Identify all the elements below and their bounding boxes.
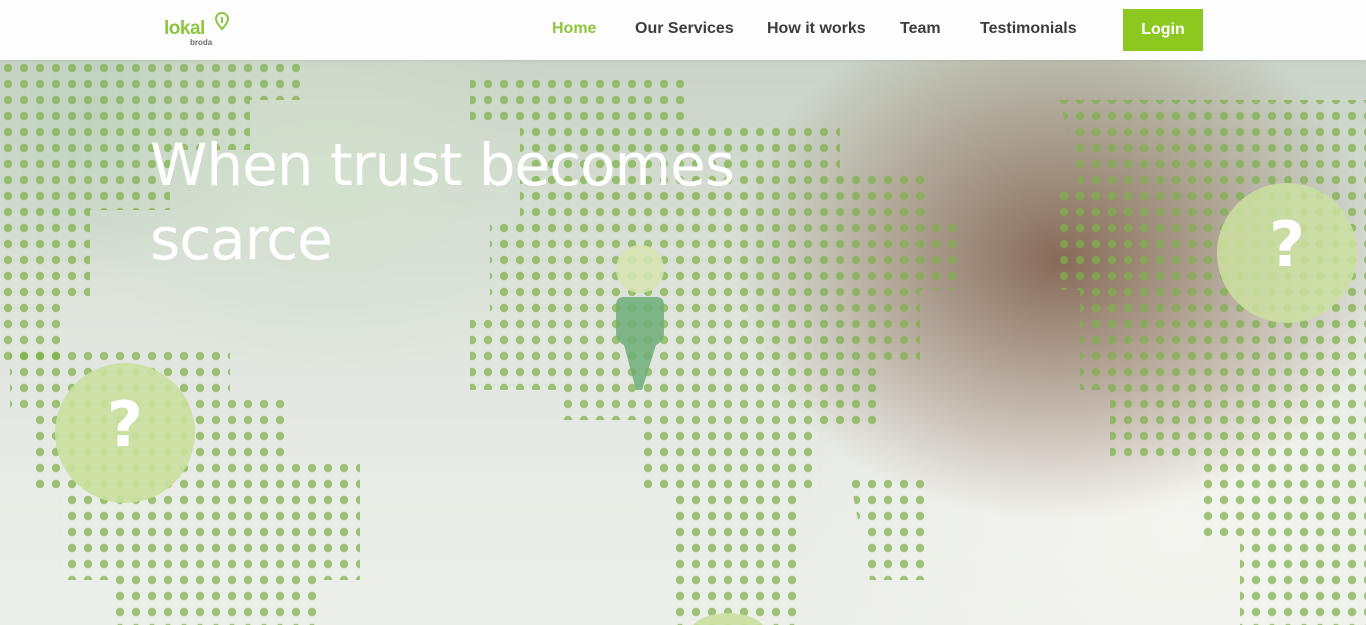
top-navbar: lokal broda Home Our Services How it wor… [0,0,1366,60]
logo-subtext: broda [190,38,213,47]
question-mark: ? [1269,208,1305,281]
login-button[interactable]: Login [1123,9,1203,51]
nav-home[interactable]: Home [552,20,596,38]
location-pin-icon [214,12,230,31]
nav-testimonials[interactable]: Testimonials [980,20,1077,38]
nav-team[interactable]: Team [900,20,941,38]
nav-how-it-works[interactable]: How it works [767,20,866,38]
question-mark: ? [107,388,143,461]
lokal-broda-logo[interactable]: lokal broda [164,12,234,50]
logo-wordmark: lokal [164,18,205,39]
person-marker-icon [612,245,668,390]
question-bubble-icon: ? [1217,183,1357,323]
question-bubble-icon: ? [55,363,195,503]
nav-our-services[interactable]: Our Services [635,20,734,38]
hero-headline: When trust becomes scarce [150,131,735,273]
hero-banner: When trust becomes scarce ? ? [0,60,1366,625]
